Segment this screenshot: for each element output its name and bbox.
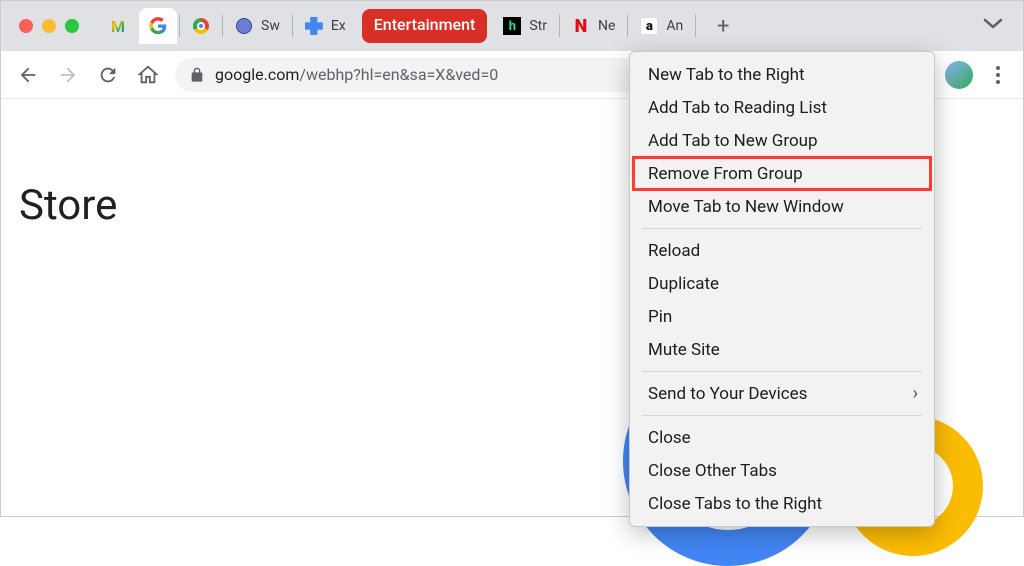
menu-mute-site[interactable]: Mute Site xyxy=(630,333,934,366)
menu-reload[interactable]: Reload xyxy=(630,234,934,267)
window-controls xyxy=(7,19,97,33)
tab-hulu[interactable]: h Str xyxy=(493,8,557,44)
amazon-icon: a xyxy=(640,17,658,35)
tab-gmail[interactable]: M xyxy=(99,8,137,44)
tab-separator xyxy=(292,15,293,37)
tab-netflix[interactable]: N Ne xyxy=(562,8,625,44)
menu-close-right[interactable]: Close Tabs to the Right xyxy=(630,487,934,520)
menu-remove-from-group[interactable]: Remove From Group xyxy=(633,157,931,190)
tab-extensions[interactable]: Ex xyxy=(295,8,356,44)
chrome-icon xyxy=(192,17,210,35)
reload-button[interactable] xyxy=(95,62,121,88)
menu-pin[interactable]: Pin xyxy=(630,300,934,333)
menu-duplicate[interactable]: Duplicate xyxy=(630,267,934,300)
tab-overflow-button[interactable] xyxy=(983,15,1003,34)
gmail-icon: M xyxy=(109,17,127,35)
profile-avatar[interactable] xyxy=(945,61,973,89)
tab-separator xyxy=(222,15,223,37)
hulu-icon: h xyxy=(503,17,521,35)
tab-safari[interactable]: Sw xyxy=(225,8,290,44)
new-tab-button[interactable]: + xyxy=(708,11,738,41)
tab-label: Str xyxy=(529,18,547,34)
store-link[interactable]: Store xyxy=(19,181,117,230)
tab-google[interactable] xyxy=(139,8,177,44)
menu-separator xyxy=(642,371,922,372)
tab-group-entertainment[interactable]: Entertainment xyxy=(362,9,488,43)
menu-close[interactable]: Close xyxy=(630,421,934,454)
minimize-window-button[interactable] xyxy=(42,19,56,33)
tab-strip: M Sw Ex Entertainment h Str N Ne a An + xyxy=(1,1,1023,51)
tab-label: An xyxy=(666,18,683,34)
tab-separator xyxy=(627,15,628,37)
lock-icon xyxy=(189,67,205,83)
tab-separator xyxy=(179,15,180,37)
tab-chrome[interactable] xyxy=(182,8,220,44)
menu-separator xyxy=(642,415,922,416)
menu-add-new-group[interactable]: Add Tab to New Group xyxy=(630,124,934,157)
tab-separator xyxy=(559,15,560,37)
extension-icon xyxy=(305,17,323,35)
menu-add-reading-list[interactable]: Add Tab to Reading List xyxy=(630,91,934,124)
tab-amazon[interactable]: a An xyxy=(630,8,693,44)
menu-separator xyxy=(642,228,922,229)
tab-label: Ex xyxy=(331,18,346,34)
tab-label: Ne xyxy=(598,18,615,34)
globe-icon xyxy=(235,17,253,35)
tab-separator xyxy=(695,15,696,37)
google-icon xyxy=(149,17,167,35)
forward-button[interactable] xyxy=(55,62,81,88)
netflix-icon: N xyxy=(572,17,590,35)
back-button[interactable] xyxy=(15,62,41,88)
menu-close-other[interactable]: Close Other Tabs xyxy=(630,454,934,487)
tab-label: Sw xyxy=(261,18,280,34)
tab-context-menu: New Tab to the Right Add Tab to Reading … xyxy=(629,51,935,527)
menu-label: Send to Your Devices xyxy=(648,384,807,404)
home-button[interactable] xyxy=(135,62,161,88)
chevron-right-icon: › xyxy=(913,383,918,404)
maximize-window-button[interactable] xyxy=(65,19,79,33)
close-window-button[interactable] xyxy=(19,19,33,33)
url-text: google.com/webhp?hl=en&sa=X&ved=0 xyxy=(215,65,498,84)
menu-new-tab-right[interactable]: New Tab to the Right xyxy=(630,58,934,91)
chrome-menu-button[interactable] xyxy=(987,66,1009,84)
menu-send-devices[interactable]: Send to Your Devices › xyxy=(630,377,934,410)
menu-move-new-window[interactable]: Move Tab to New Window xyxy=(630,190,934,223)
